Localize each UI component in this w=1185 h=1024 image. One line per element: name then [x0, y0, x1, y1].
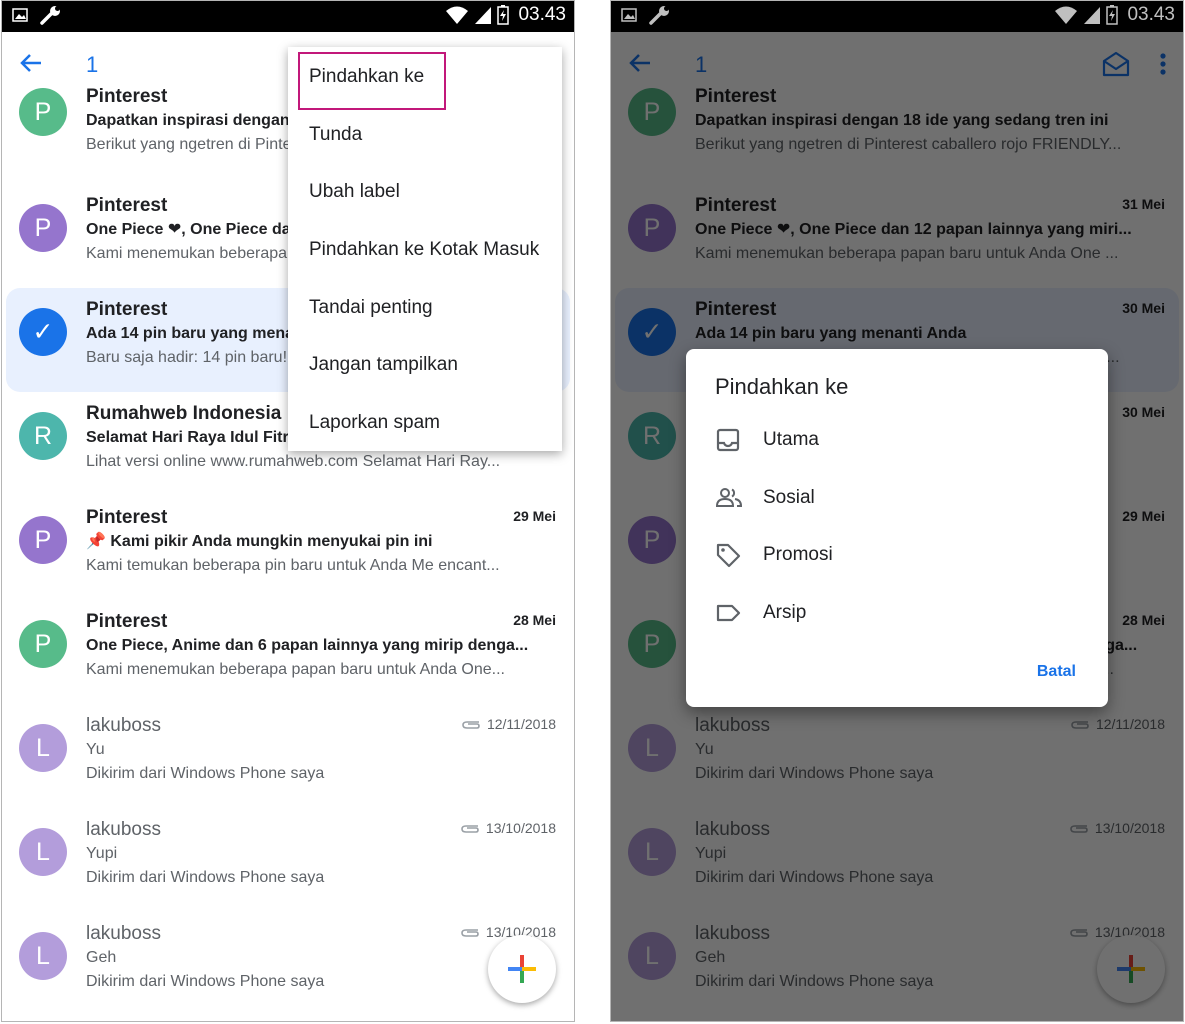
dialog-option-label: Utama: [763, 429, 819, 450]
email-texts: Pinterest 📌 Kami pikir Anda mungkin menyu…: [86, 506, 556, 578]
phone-screen-left: 03.43 1 P Pinterest Dapatkan inspirasi den…: [1, 0, 575, 1022]
menu-item-snooze[interactable]: Tunda: [309, 124, 362, 146]
email-texts: Pinterest One Piece, Anime dan 6 papan la…: [86, 610, 556, 682]
inbox-icon: [716, 428, 740, 452]
email-subject: Yupi: [86, 845, 118, 862]
email-texts: lakubossYupiDikirim dari Windows Phone s…: [86, 818, 556, 890]
email-sender: Pinterest: [86, 611, 168, 632]
sender-avatar[interactable]: P: [19, 204, 67, 252]
email-date: 29 Mei: [513, 508, 556, 524]
email-row[interactable]: LlakubossYupiDikirim dari Windows Phone …: [2, 808, 574, 912]
sender-avatar[interactable]: P: [19, 88, 67, 136]
sender-avatar[interactable]: P: [19, 516, 67, 564]
attachment-icon: [461, 929, 479, 937]
status-time: 03.43: [518, 4, 566, 25]
email-snippet: Lihat versi online www.rumahweb.com Sela…: [86, 453, 501, 470]
menu-item-mark-important[interactable]: Tandai penting: [309, 297, 433, 319]
status-bar: 03.43: [2, 1, 574, 32]
dialog-option-label: Arsip: [763, 602, 807, 623]
dialog-option-label: Sosial: [763, 487, 815, 508]
plus-icon: [508, 955, 536, 983]
dialog-option-social[interactable]: Sosial: [715, 485, 815, 511]
sender-avatar[interactable]: L: [19, 828, 67, 876]
email-subject: 📌 Kami pikir Anda mungkin menyukai pin i…: [86, 533, 433, 550]
email-row[interactable]: P Pinterest One Piece, Anime dan 6 papan l…: [2, 600, 574, 704]
email-snippet: Dikirim dari Windows Phone saya: [86, 973, 325, 990]
compose-button[interactable]: [488, 935, 556, 1003]
email-date-wrap: 28 Mei: [513, 612, 556, 628]
move-to-dialog: Pindahkan ke Utama Sosial Promosi Arsip …: [686, 349, 1108, 707]
back-arrow-icon[interactable]: [14, 46, 48, 80]
email-date: 28 Mei: [513, 612, 556, 628]
email-date-wrap: 13/10/2018: [460, 820, 556, 836]
sender-avatar[interactable]: L: [19, 932, 67, 980]
sender-avatar[interactable]: R: [19, 412, 67, 460]
email-snippet: Kami menemukan beberapa papan baru untuk…: [86, 661, 505, 678]
phone-screen-right: 03.43 1 PPinterestDapatkan inspirasi den…: [610, 0, 1184, 1022]
wifi-icon: [446, 6, 469, 24]
email-texts: lakubossGehDikirim dari Windows Phone sa…: [86, 922, 556, 994]
menu-item-report-spam[interactable]: Laporkan spam: [309, 412, 440, 434]
email-subject: Yu: [86, 741, 105, 758]
email-snippet: Dikirim dari Windows Phone saya: [86, 765, 325, 782]
email-date-wrap: 29 Mei: [513, 508, 556, 524]
dialog-option-label: Promosi: [763, 544, 833, 565]
email-date: 13/10/2018: [485, 820, 556, 836]
email-row[interactable]: LlakubossYuDikirim dari Windows Phone sa…: [2, 704, 574, 808]
email-sender: Pinterest: [86, 507, 168, 528]
attachment-icon: [461, 825, 479, 833]
email-date: 12/11/2018: [486, 716, 556, 732]
menu-item-mute[interactable]: Jangan tampilkan: [309, 354, 458, 376]
sender-avatar[interactable]: P: [19, 620, 67, 668]
dialog-title: Pindahkan ke: [715, 374, 849, 399]
email-subject: One Piece, Anime dan 6 papan lainnya yan…: [86, 637, 529, 654]
dialog-option-promotions[interactable]: Promosi: [715, 542, 833, 568]
sender-avatar[interactable]: L: [19, 724, 67, 772]
email-row[interactable]: P Pinterest 📌 Kami pikir Anda mungkin meny…: [2, 496, 574, 600]
image-notification-icon: [12, 8, 28, 22]
tag-icon: [716, 543, 741, 568]
battery-icon: [497, 5, 510, 25]
cancel-button[interactable]: Batal: [1037, 663, 1076, 681]
email-subject: Geh: [86, 949, 117, 966]
people-icon: [715, 488, 743, 507]
email-snippet: Kami temukan beberapa pin baru untuk And…: [86, 557, 500, 574]
email-date-wrap: 12/11/2018: [461, 716, 556, 732]
dialog-option-primary[interactable]: Utama: [715, 427, 819, 453]
email-texts: lakubossYuDikirim dari Windows Phone say…: [86, 714, 556, 786]
attachment-icon: [462, 721, 480, 729]
label-icon: [716, 604, 741, 622]
selected-check-avatar[interactable]: ✓: [19, 308, 67, 356]
overflow-menu: Pindahkan ke Tunda Ubah label Pindahkan …: [288, 47, 562, 451]
selected-count: 1: [86, 52, 99, 77]
status-scrim: [611, 1, 1183, 32]
wrench-icon: [40, 6, 60, 25]
menu-item-change-label[interactable]: Ubah label: [309, 181, 400, 203]
email-snippet: Dikirim dari Windows Phone saya: [86, 869, 325, 886]
dialog-option-archive[interactable]: Arsip: [715, 600, 806, 626]
menu-item-move-to[interactable]: Pindahkan ke: [309, 66, 424, 88]
menu-item-move-to-inbox[interactable]: Pindahkan ke Kotak Masuk: [309, 239, 539, 261]
signal-icon: [475, 7, 492, 24]
